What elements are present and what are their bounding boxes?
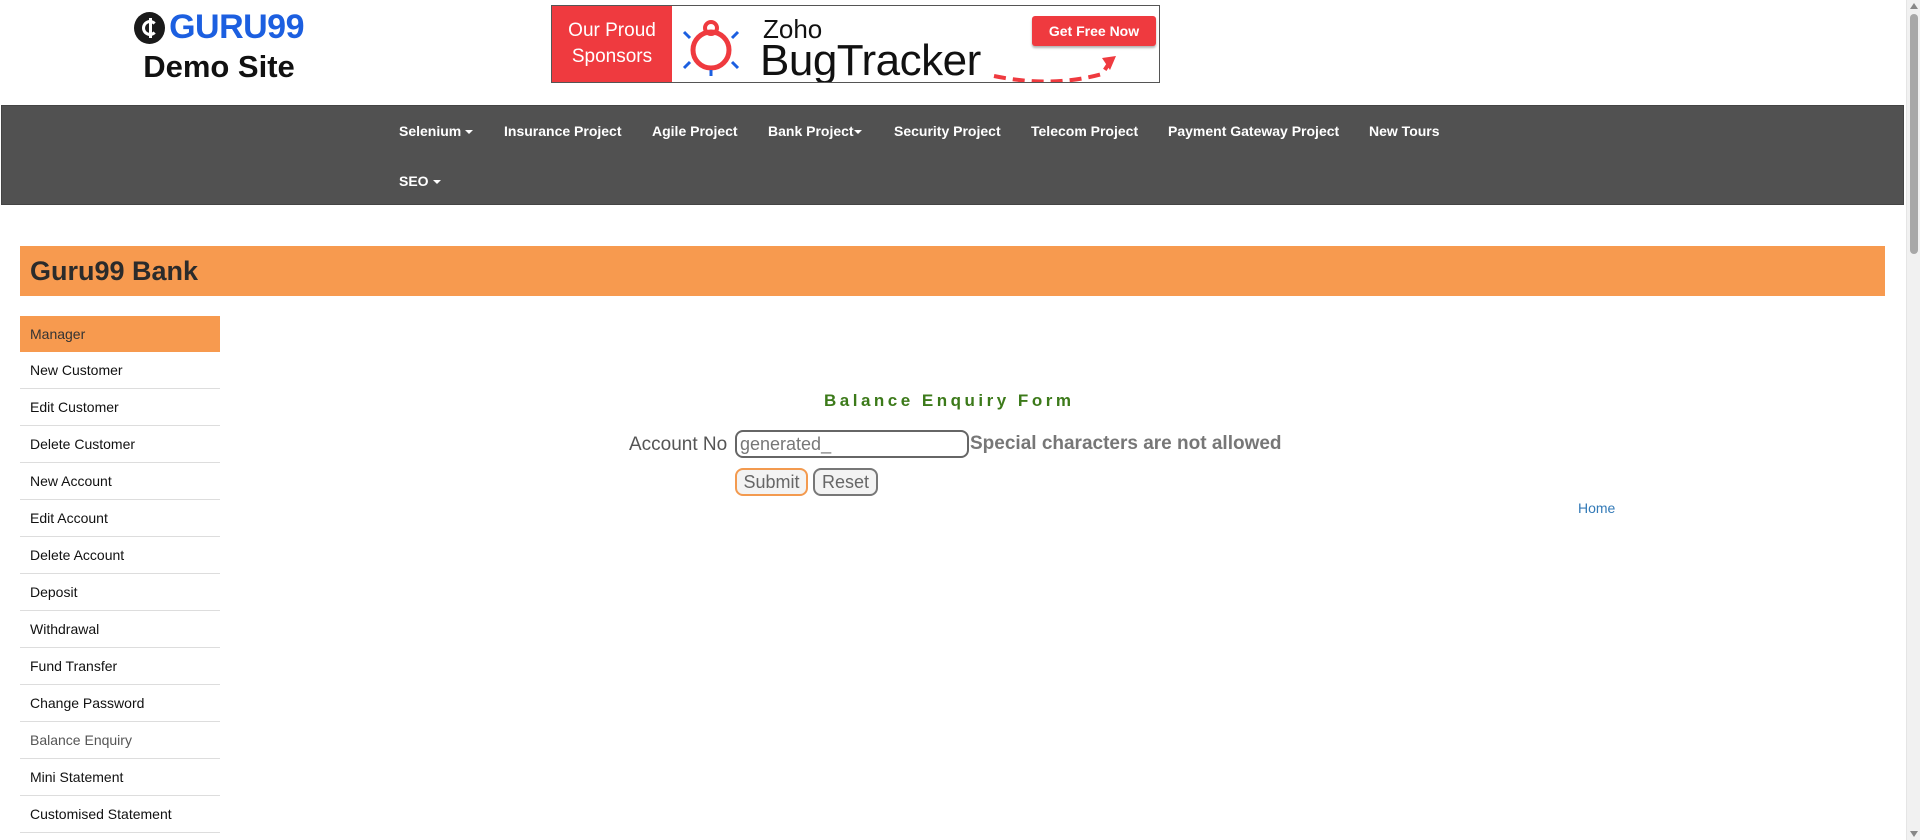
sidebar-item-withdrawal[interactable]: Withdrawal	[20, 611, 220, 648]
sidebar-item-balance-enquiry[interactable]: Balance Enquiry	[20, 722, 220, 759]
nav-telecom-project[interactable]: Telecom Project	[1031, 123, 1138, 139]
sidebar-item-manager[interactable]: Manager	[20, 316, 220, 352]
bug-icon	[682, 20, 740, 76]
sidebar-item-new-customer[interactable]: New Customer	[20, 352, 220, 389]
sidebar-item-deposit[interactable]: Deposit	[20, 574, 220, 611]
get-free-now-button[interactable]: Get Free Now	[1032, 16, 1156, 46]
main-navbar: Selenium Insurance Project Agile Project…	[1, 105, 1904, 205]
submit-button[interactable]: Submit	[735, 468, 808, 496]
sidebar-item-edit-account[interactable]: Edit Account	[20, 500, 220, 537]
nav-seo[interactable]: SEO	[399, 173, 441, 189]
nav-new-tours[interactable]: New Tours	[1369, 123, 1440, 139]
brand-large: BugTracker	[760, 36, 981, 83]
nav-label: Agile Project	[652, 123, 738, 139]
sidebar-item-mini-statement[interactable]: Mini Statement	[20, 759, 220, 796]
caret-down-icon	[432, 180, 441, 185]
site-label: Demo Site	[143, 49, 295, 84]
page-scrollbar[interactable]	[1906, 0, 1920, 840]
nav-label: Bank Project	[768, 123, 854, 139]
sponsor-line-2: Sponsors	[571, 46, 653, 67]
nav-label: Security Project	[894, 123, 1001, 139]
guru99-logo-icon	[134, 11, 166, 44]
dashed-arrow-icon	[993, 56, 1116, 82]
sponsor-line-1: Our Proud	[568, 20, 656, 41]
sidebar-item-change-password[interactable]: Change Password	[20, 685, 220, 722]
sidebar-item-new-account[interactable]: New Account	[20, 463, 220, 500]
sidebar-item-edit-customer[interactable]: Edit Customer	[20, 389, 220, 426]
site-logo[interactable]: GURU99 Demo Site	[134, 8, 304, 85]
sidebar-menu: Manager New Customer Edit Customer Delet…	[20, 316, 220, 833]
caret-down-icon	[465, 130, 474, 135]
reset-button[interactable]: Reset	[813, 468, 878, 496]
scroll-up-arrow-icon[interactable]	[1910, 3, 1918, 9]
nav-label: New Tours	[1369, 123, 1440, 139]
sidebar-item-fund-transfer[interactable]: Fund Transfer	[20, 648, 220, 685]
nav-label: SEO	[399, 173, 429, 189]
nav-insurance-project[interactable]: Insurance Project	[504, 123, 622, 139]
nav-label: Selenium	[399, 123, 462, 139]
home-link[interactable]: Home	[1578, 500, 1615, 516]
bank-title: Guru99 Bank	[30, 256, 199, 286]
nav-selenium[interactable]: Selenium	[399, 123, 474, 139]
sidebar-item-customised-statement[interactable]: Customised Statement	[20, 796, 220, 833]
sidebar-item-delete-customer[interactable]: Delete Customer	[20, 426, 220, 463]
nav-security-project[interactable]: Security Project	[894, 123, 1001, 139]
account-no-input[interactable]	[735, 430, 969, 458]
validation-error-message: Special characters are not allowed	[970, 433, 1282, 454]
account-no-label: Account No	[629, 434, 728, 455]
nav-bank-project[interactable]: Bank Project	[768, 123, 862, 139]
scroll-thumb[interactable]	[1910, 14, 1918, 254]
sponsor-banner[interactable]: Our Proud Sponsors Zoho BugTracker Get F…	[551, 5, 1160, 83]
nav-label: Payment Gateway Project	[1168, 123, 1340, 139]
nav-label: Insurance Project	[504, 123, 622, 139]
nav-payment-gateway-project[interactable]: Payment Gateway Project	[1168, 123, 1339, 139]
sponsor-label: Our Proud Sponsors	[552, 6, 672, 82]
sidebar-item-delete-account[interactable]: Delete Account	[20, 537, 220, 574]
nav-label: Telecom Project	[1031, 123, 1139, 139]
bank-header: Guru99 Bank	[20, 246, 1885, 296]
logo-text: GURU99	[169, 8, 304, 46]
nav-agile-project[interactable]: Agile Project	[652, 123, 738, 139]
caret-down-icon	[853, 130, 862, 135]
scroll-down-arrow-icon[interactable]	[1910, 831, 1918, 837]
form-title: Balance Enquiry Form	[824, 391, 1075, 410]
